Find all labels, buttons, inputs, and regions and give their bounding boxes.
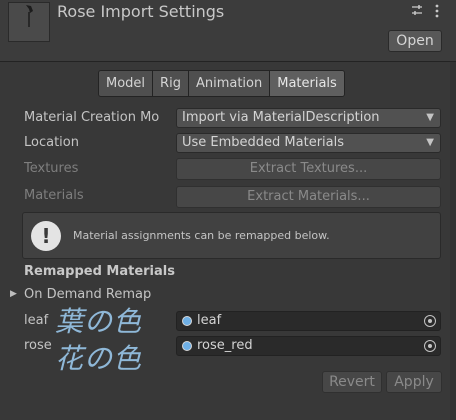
object-picker-icon[interactable] (424, 315, 436, 327)
kebab-icon[interactable] (434, 4, 440, 21)
sliders-icon[interactable] (411, 4, 423, 19)
extract-textures-button[interactable]: Extract Textures... (176, 158, 441, 180)
extract-materials-button[interactable]: Extract Materials... (176, 186, 441, 208)
tab-rig[interactable]: Rig (153, 71, 189, 96)
help-text: Material assignments can be remapped bel… (73, 229, 330, 242)
exclamation-icon: ! (31, 221, 61, 251)
textures-label: Textures (24, 161, 79, 176)
asset-thumbnail (8, 2, 50, 42)
inspector-header: Rose Import Settings Open (0, 0, 456, 62)
tab-animation[interactable]: Animation (188, 71, 271, 96)
chevron-down-icon: ▼ (426, 112, 434, 123)
revert-button[interactable]: Revert (322, 371, 382, 393)
remap-label-rose: rose (24, 338, 52, 353)
object-field-rose[interactable]: rose_red (176, 336, 441, 356)
apply-button[interactable]: Apply (386, 371, 442, 393)
location-label: Location (24, 135, 79, 150)
importer-tabs: Model Rig Animation Materials (98, 70, 345, 97)
material-creation-value: Import via MaterialDescription (182, 110, 380, 125)
tab-materials[interactable]: Materials (270, 71, 344, 96)
material-creation-dropdown[interactable]: Import via MaterialDescription ▼ (176, 108, 441, 128)
location-value: Use Embedded Materials (182, 135, 345, 150)
foldout-arrow-icon[interactable]: ▶ (10, 289, 17, 299)
scrollbar[interactable] (450, 62, 456, 420)
handwritten-annotation-leaf: 葉の色 (55, 305, 143, 338)
object-field-value: rose_red (197, 338, 253, 353)
material-icon (182, 341, 192, 351)
remap-label-leaf: leaf (24, 313, 49, 328)
open-button[interactable]: Open (388, 30, 442, 52)
materials-label: Materials (24, 188, 84, 203)
tab-model[interactable]: Model (99, 71, 154, 96)
object-field-value: leaf (197, 313, 222, 328)
material-creation-label: Material Creation Mo (24, 110, 160, 125)
object-picker-icon[interactable] (424, 340, 436, 352)
handwritten-annotation-rose: 花の色 (55, 342, 143, 375)
object-field-leaf[interactable]: leaf (176, 311, 441, 331)
help-box: ! Material assignments can be remapped b… (22, 212, 441, 259)
chevron-down-icon: ▼ (426, 137, 434, 148)
location-dropdown[interactable]: Use Embedded Materials ▼ (176, 133, 441, 153)
page-title: Rose Import Settings (57, 2, 225, 21)
material-icon (182, 316, 192, 326)
remapped-materials-heading: Remapped Materials (24, 264, 175, 279)
